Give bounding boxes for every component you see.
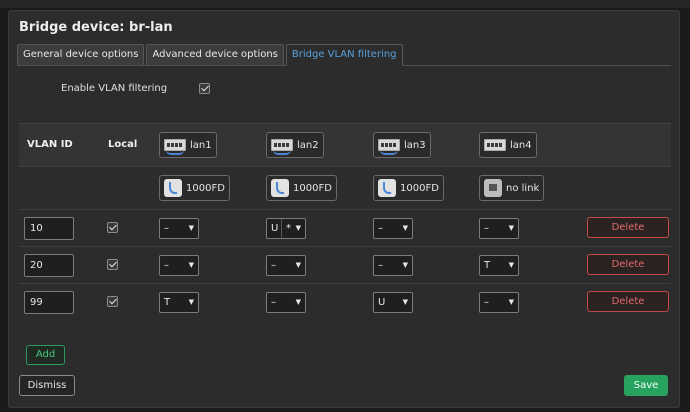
chevron-down-icon: ▼ <box>295 224 301 232</box>
ethernet-port-icon <box>378 139 400 155</box>
port-status: no link <box>506 182 540 194</box>
port-name: lan2 <box>297 139 319 151</box>
ethernet-port-icon <box>164 139 186 155</box>
chevron-down-icon: ▼ <box>295 261 301 269</box>
bridge-device-modal: Bridge device: br-lan General device opt… <box>8 10 680 408</box>
port-lan3-header: lan3 <box>373 132 431 158</box>
table-header-status: 1000FD 1000FD 1000FD no link <box>19 166 671 209</box>
lan3-membership-select[interactable]: – ▼ <box>373 218 413 239</box>
lan4-membership-select[interactable]: T ▼ <box>479 255 519 276</box>
port-lan1-header: lan1 <box>159 132 217 158</box>
port-name: lan3 <box>404 139 426 151</box>
background-strip <box>0 0 690 8</box>
dismiss-button[interactable]: Dismiss <box>19 375 75 396</box>
tab-bridge-vlan-filtering[interactable]: Bridge VLAN filtering <box>285 44 403 66</box>
chevron-down-icon: ▼ <box>188 224 194 232</box>
enable-vlan-filtering-row: Enable VLAN filtering <box>61 83 211 94</box>
ethernet-port-icon <box>484 139 506 151</box>
port-status: 1000FD <box>293 182 332 194</box>
table-row: 10 – ▼ U * ▼ – ▼ – ▼ Delete <box>19 209 671 246</box>
ethernet-port-icon <box>271 139 293 155</box>
lan4-membership-select[interactable]: – ▼ <box>479 292 519 313</box>
local-checkbox[interactable] <box>107 296 118 307</box>
chevron-down-icon: ▼ <box>295 298 301 306</box>
header-vlan-id: VLAN ID <box>27 139 73 150</box>
delete-button[interactable]: Delete <box>587 217 669 238</box>
port-lan4-status: no link <box>479 175 545 201</box>
header-local: Local <box>108 139 138 150</box>
port-name: lan4 <box>510 139 532 151</box>
modal-title: Bridge device: br-lan <box>19 20 173 35</box>
port-lan2-header: lan2 <box>266 132 324 158</box>
chevron-down-icon: ▼ <box>402 298 408 306</box>
tab-advanced-device-options[interactable]: Advanced device options <box>146 44 284 65</box>
lan2-membership-select[interactable]: U * ▼ <box>266 218 306 239</box>
cable-connected-icon <box>164 179 182 197</box>
add-vlan-button[interactable]: Add <box>26 345 65 365</box>
lan3-membership-select[interactable]: U ▼ <box>373 292 413 313</box>
port-lan2-status: 1000FD <box>266 175 337 201</box>
lan2-membership-select[interactable]: – ▼ <box>266 292 306 313</box>
port-lan3-status: 1000FD <box>373 175 444 201</box>
port-name: lan1 <box>190 139 212 151</box>
delete-button[interactable]: Delete <box>587 254 669 275</box>
lan1-membership-select[interactable]: T ▼ <box>159 292 199 313</box>
chevron-down-icon: ▼ <box>402 224 408 232</box>
port-status: 1000FD <box>186 182 225 194</box>
enable-vlan-filtering-label: Enable VLAN filtering <box>61 83 168 94</box>
port-lan1-status: 1000FD <box>159 175 230 201</box>
vlan-id-input[interactable]: 20 <box>24 254 74 277</box>
enable-vlan-filtering-checkbox[interactable] <box>199 83 211 94</box>
cable-connected-icon <box>271 179 289 197</box>
table-row: 99 T ▼ – ▼ U ▼ – ▼ Delete <box>19 283 671 320</box>
local-checkbox[interactable] <box>107 259 118 270</box>
port-lan4-header: lan4 <box>479 132 537 158</box>
lan4-membership-select[interactable]: – ▼ <box>479 218 519 239</box>
lan1-membership-select[interactable]: – ▼ <box>159 255 199 276</box>
local-checkbox[interactable] <box>107 222 118 233</box>
chevron-down-icon: ▼ <box>508 261 514 269</box>
port-status: 1000FD <box>400 182 439 194</box>
no-link-icon <box>484 179 502 197</box>
chevron-down-icon: ▼ <box>188 261 194 269</box>
vlan-id-input[interactable]: 99 <box>24 291 74 314</box>
chevron-down-icon: ▼ <box>188 298 194 306</box>
lan3-membership-select[interactable]: – ▼ <box>373 255 413 276</box>
chevron-down-icon: ▼ <box>508 224 514 232</box>
save-button[interactable]: Save <box>624 375 668 396</box>
lan2-membership-select[interactable]: – ▼ <box>266 255 306 276</box>
cable-connected-icon <box>378 179 396 197</box>
table-header-ports: VLAN ID Local lan1 lan2 lan3 lan4 <box>19 123 671 166</box>
delete-button[interactable]: Delete <box>587 291 669 312</box>
table-row: 20 – ▼ – ▼ – ▼ T ▼ Delete <box>19 246 671 283</box>
tab-bar: General device options Advanced device o… <box>17 44 671 66</box>
chevron-down-icon: ▼ <box>402 261 408 269</box>
lan1-membership-select[interactable]: – ▼ <box>159 218 199 239</box>
chevron-down-icon: ▼ <box>508 298 514 306</box>
tab-general-device-options[interactable]: General device options <box>17 44 145 65</box>
vlan-id-input[interactable]: 10 <box>24 217 74 240</box>
